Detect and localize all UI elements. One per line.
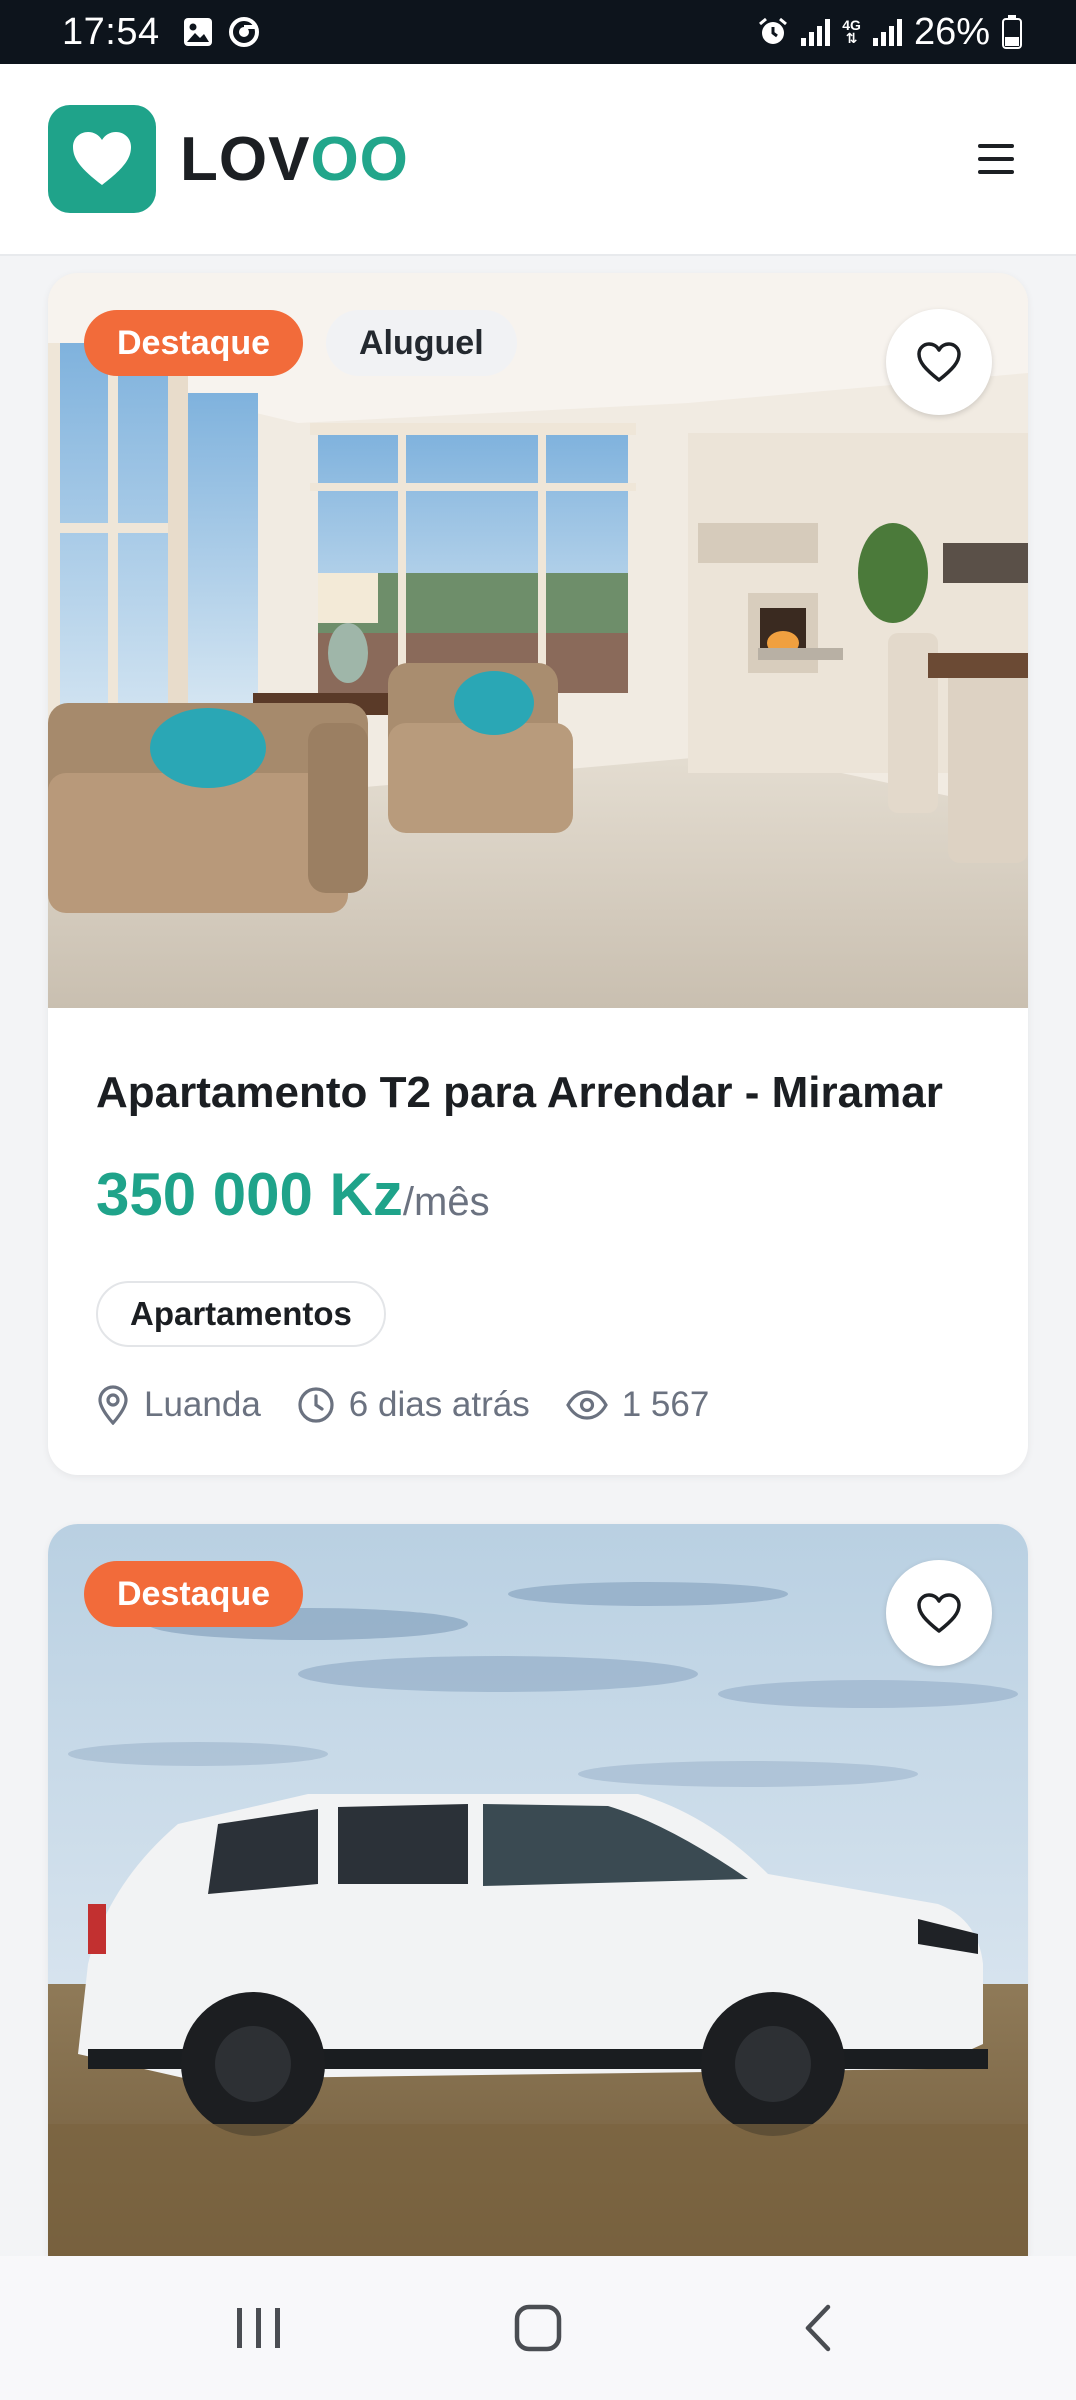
listing-price: 350 000 Kz /mês [96, 1160, 980, 1229]
white-suv-photo[interactable]: Destaque [48, 1524, 1028, 2284]
favorite-heart-icon[interactable] [886, 309, 992, 415]
recent-apps-icon[interactable] [199, 2278, 319, 2378]
logo-heart-icon[interactable] [48, 105, 156, 213]
listing-title[interactable]: Apartamento T2 para Arrendar - Miramar [96, 1066, 980, 1120]
system-navigation-bar [0, 2256, 1076, 2400]
app-screen: 17:54 4G ⇅ 26% LOVOO Destaque Aluguel Ap… [0, 0, 1076, 2400]
listing-card[interactable]: Destaque Aluguel Apartamento T2 para Arr… [48, 273, 1028, 1475]
battery-icon [1002, 15, 1022, 49]
status-time: 17:54 [62, 10, 160, 53]
alarm-icon [759, 17, 788, 44]
highlight-badge: Destaque [84, 310, 304, 376]
logo-wordmark[interactable]: LOVOO [180, 124, 409, 195]
signal-icon-2 [872, 18, 902, 46]
home-icon[interactable] [478, 2278, 598, 2378]
highlight-badge: Destaque [84, 1561, 304, 1627]
listing-views: 1 567 [621, 1385, 710, 1424]
price-unit: /mês [402, 1180, 490, 1224]
listing-card[interactable]: Destaque [48, 1524, 1028, 2284]
gallery-notification-icon [183, 18, 212, 46]
app-header: LOVOO [0, 64, 1076, 256]
network-type: 4G ⇅ [842, 17, 861, 46]
listing-posted-time: 6 dias atrás [348, 1385, 530, 1424]
status-bar: 17:54 4G ⇅ 26% [0, 0, 1076, 64]
location-pin-icon [98, 1385, 128, 1425]
signal-icon [801, 18, 831, 46]
chrome-notification-icon [228, 17, 259, 47]
favorite-heart-icon[interactable] [886, 1560, 992, 1666]
category-chip[interactable]: Apartamentos [96, 1281, 386, 1347]
battery-percent: 26% [913, 10, 990, 53]
living-room-photo[interactable]: Destaque Aluguel [48, 273, 1028, 1008]
clock-icon [298, 1387, 334, 1423]
listing-location: Luanda [144, 1385, 261, 1424]
hamburger-menu-icon[interactable] [964, 127, 1028, 191]
rental-badge: Aluguel [326, 310, 517, 376]
eye-icon [565, 1390, 608, 1420]
price-amount: 350 000 Kz [96, 1161, 403, 1228]
back-icon[interactable] [757, 2278, 877, 2378]
listing-meta: Luanda 6 dias atrás 1 567 [96, 1385, 980, 1425]
